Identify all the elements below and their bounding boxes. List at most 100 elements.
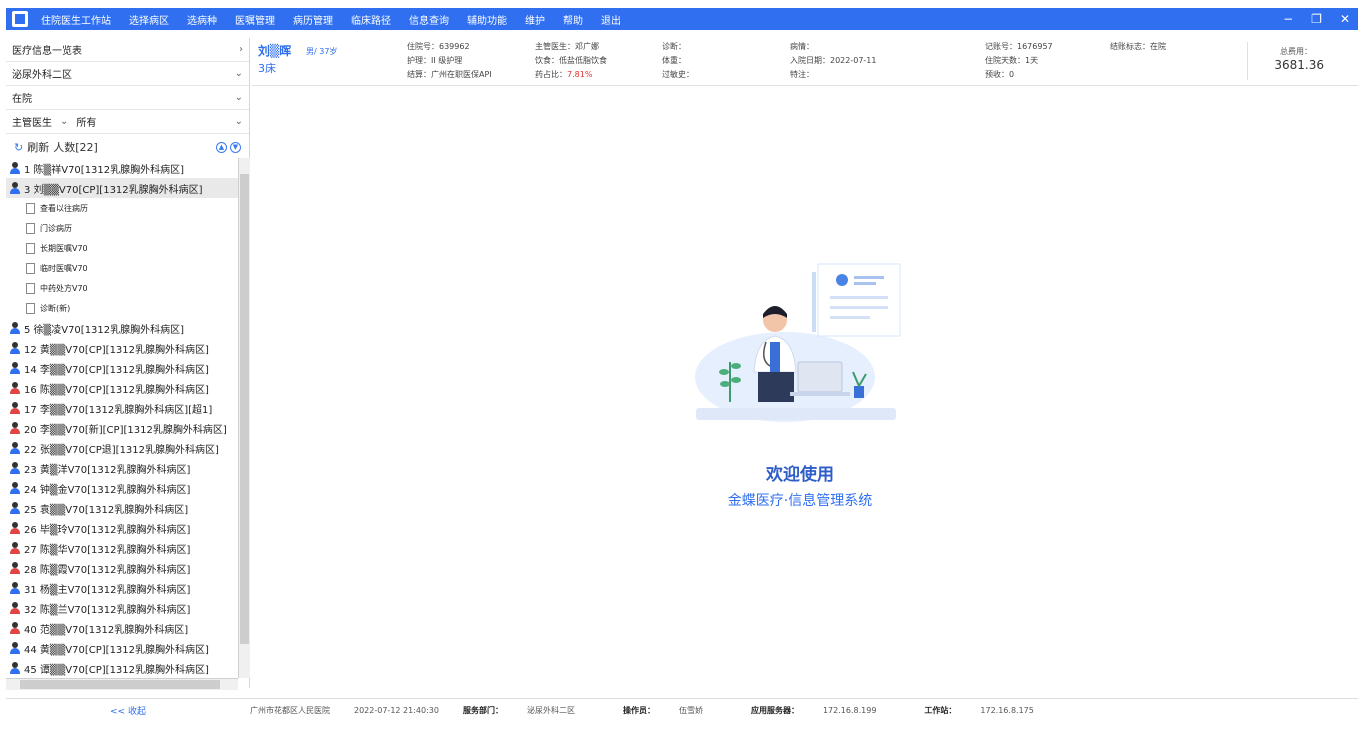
patient-tree-item[interactable]: 44 黄▒▒V70[CP][1312乳腺胸外科病区]: [6, 638, 238, 658]
patient-tree-item[interactable]: 24 钟▒金V70[1312乳腺胸外科病区]: [6, 478, 238, 498]
patient-tree-item[interactable]: 45 谭▒▒V70[CP][1312乳腺胸外科病区]: [6, 658, 238, 678]
patient-tree: 1 陈▒祥V70[1312乳腺胸外科病区] 3 刘▒▒V70[CP][1312乳腺…: [6, 158, 238, 678]
menu-item-orders[interactable]: 医嘱管理: [226, 12, 284, 27]
stay-days: 住院天数：1天: [985, 56, 1039, 65]
menu-item-select-disease[interactable]: 选病种: [178, 12, 226, 27]
patient-tree-item[interactable]: 26 毕▒玲V70[1312乳腺胸外科病区]: [6, 518, 238, 538]
patient-tree-item[interactable]: 23 黄▒洋V70[1312乳腺胸外科病区]: [6, 458, 238, 478]
expand-down-icon[interactable]: ▼: [230, 141, 241, 153]
patient-tree-item[interactable]: 25 袁▒▒V70[1312乳腺胸外科病区]: [6, 498, 238, 518]
title-bar: 住院医生工作站 选择病区 选病种 医嘱管理 病历管理 临床路径 信息查询 辅助功…: [0, 0, 1364, 30]
condition: 病情：: [790, 42, 814, 51]
nav-overview-label: 医疗信息一览表: [12, 46, 82, 57]
doctor-filter-label[interactable]: 主管医生: [12, 114, 52, 129]
tree-item-label: 临时医嘱V70: [40, 263, 88, 273]
document-icon: [26, 262, 35, 274]
patient-tree-item[interactable]: 27 陈▒华V70[1312乳腺胸外科病区]: [6, 538, 238, 558]
tree-item-label: 14 李▒▒V70[CP][1312乳腺胸外科病区]: [24, 364, 209, 376]
vertical-scrollbar[interactable]: [238, 158, 250, 678]
app-server: 应用服务器： 172.16.8.199: [750, 706, 877, 715]
patient-tree-item[interactable]: 20 李▒▒V70[新][CP][1312乳腺胸外科病区]: [6, 418, 238, 438]
tree-item-label: 门诊病历: [40, 223, 72, 233]
male-patient-icon: [10, 662, 20, 674]
patient-tree-item[interactable]: 31 杨▒主V70[1312乳腺胸外科病区]: [6, 578, 238, 598]
tree-item-label: 17 李▒▒V70[1312乳腺胸外科病区][超1]: [24, 404, 213, 416]
chevron-down-icon[interactable]: ⌄: [235, 116, 243, 127]
allergy: 过敏史：: [662, 70, 694, 79]
menu-item-records[interactable]: 病历管理: [284, 12, 342, 27]
ward-select-value: 泌尿外科二区: [12, 70, 72, 81]
tree-item-label: 长期医嘱V70: [40, 243, 88, 253]
tree-child-item[interactable]: 门诊病历: [6, 218, 238, 238]
female-patient-icon: [10, 562, 20, 574]
female-patient-icon: [10, 522, 20, 534]
welcome-title: 欢迎使用: [766, 465, 834, 485]
male-patient-icon: [10, 182, 20, 194]
expand-up-icon[interactable]: ▲: [216, 141, 227, 153]
tree-child-item[interactable]: 查看以往病历: [6, 198, 238, 218]
patient-tree-item[interactable]: 32 陈▒兰V70[1312乳腺胸外科病区]: [6, 598, 238, 618]
total-cost-label: 总费用：: [1280, 47, 1312, 56]
maximize-icon[interactable]: ❐: [1311, 12, 1322, 26]
document-icon: [26, 302, 35, 314]
tree-item-label: 23 黄▒洋V70[1312乳腺胸外科病区]: [24, 464, 191, 476]
ward-select[interactable]: 泌尿外科二区 ⌄: [6, 62, 249, 86]
menu-item-workstation[interactable]: 住院医生工作站: [32, 12, 120, 27]
sidebar: 医疗信息一览表 › 泌尿外科二区 ⌄ 在院 ⌄ 主管医生 ⌄ 所有 ⌄ ↻ 刷新…: [6, 38, 250, 690]
menu-item-help[interactable]: 帮助: [554, 12, 592, 27]
menu-bar: 住院医生工作站 选择病区 选病种 医嘱管理 病历管理 临床路径 信息查询 辅助功…: [6, 8, 1358, 30]
status-select[interactable]: 在院 ⌄: [6, 86, 249, 110]
menu-item-query[interactable]: 信息查询: [400, 12, 458, 27]
patient-tree-item[interactable]: 28 陈▒霞V70[1312乳腺胸外科病区]: [6, 558, 238, 578]
menu-item-exit[interactable]: 退出: [592, 12, 630, 27]
document-icon: [26, 222, 35, 234]
settlement-type: 结算：广州在职医保API: [407, 70, 492, 79]
doctor-filter-row: 主管医生 ⌄ 所有 ⌄: [6, 110, 249, 134]
menu-item-select-ward[interactable]: 选择病区: [120, 12, 178, 27]
attending-doctor: 主管医生：邓广娜: [535, 42, 599, 51]
minimize-icon[interactable]: −: [1283, 12, 1293, 26]
drug-ratio-value: 7.81%: [567, 70, 593, 79]
patient-tree-item[interactable]: 1 陈▒祥V70[1312乳腺胸外科病区]: [6, 158, 238, 178]
chevron-right-icon: ›: [239, 44, 243, 55]
patient-sex-age: 男/ 37岁: [306, 47, 338, 56]
close-icon[interactable]: ✕: [1340, 12, 1350, 26]
chevron-down-icon[interactable]: ⌄: [60, 116, 68, 127]
patient-tree-item[interactable]: 22 张▒▒V70[CP退][1312乳腺胸外科病区]: [6, 438, 238, 458]
patient-tree-item[interactable]: 17 李▒▒V70[1312乳腺胸外科病区][超1]: [6, 398, 238, 418]
tree-child-item[interactable]: 中药处方V70: [6, 278, 238, 298]
diagnosis: 诊断：: [662, 42, 686, 51]
patient-tree-item[interactable]: 40 范▒▒V70[1312乳腺胸外科病区]: [6, 618, 238, 638]
patient-tree-item[interactable]: 3 刘▒▒V70[CP][1312乳腺胸外科病区]: [6, 178, 238, 198]
menu-item-maintenance[interactable]: 维护: [516, 12, 554, 27]
tree-item-label: 27 陈▒华V70[1312乳腺胸外科病区]: [24, 544, 191, 556]
tree-item-label: 26 毕▒玲V70[1312乳腺胸外科病区]: [24, 524, 191, 536]
tree-item-label: 12 黄▒▒V70[CP][1312乳腺胸外科病区]: [24, 344, 209, 356]
horizontal-scrollbar[interactable]: [6, 678, 238, 690]
patient-tree-item[interactable]: 16 陈▒▒V70[CP][1312乳腺胸外科病区]: [6, 378, 238, 398]
tree-item-label: 5 徐▒凌V70[1312乳腺胸外科病区]: [24, 324, 185, 336]
patient-tree-item[interactable]: 5 徐▒凌V70[1312乳腺胸外科病区]: [6, 318, 238, 338]
doctor-filter-value[interactable]: 所有: [76, 114, 96, 129]
patient-count: 人数[22]: [53, 141, 98, 154]
tree-child-item[interactable]: 长期医嘱V70: [6, 238, 238, 258]
app-logo-icon: [12, 11, 28, 27]
female-patient-icon: [10, 542, 20, 554]
tree-child-item[interactable]: 诊断(新): [6, 298, 238, 318]
menu-item-tools[interactable]: 辅助功能: [458, 12, 516, 27]
collapse-button[interactable]: << 收起: [6, 704, 250, 717]
female-patient-icon: [10, 402, 20, 414]
tree-child-item[interactable]: 临时医嘱V70: [6, 258, 238, 278]
patient-tree-item[interactable]: 14 李▒▒V70[CP][1312乳腺胸外科病区]: [6, 358, 238, 378]
patient-bed: 3床: [258, 62, 276, 75]
patient-name: 刘▒晖: [258, 44, 292, 58]
tree-item-label: 44 黄▒▒V70[CP][1312乳腺胸外科病区]: [24, 644, 209, 656]
nav-overview[interactable]: 医疗信息一览表 ›: [6, 38, 249, 62]
refresh-icon[interactable]: ↻: [14, 141, 23, 154]
menu-item-clinical-path[interactable]: 临床路径: [342, 12, 400, 27]
diet: 饮食：低盐低脂饮食: [535, 56, 607, 65]
tree-item-label: 查看以往病历: [40, 203, 88, 213]
status-bar: << 收起 广州市花都区人民医院 2022-07-12 21:40:30 服务部…: [6, 698, 1358, 722]
patient-tree-item[interactable]: 12 黄▒▒V70[CP][1312乳腺胸外科病区]: [6, 338, 238, 358]
refresh-button[interactable]: 刷新: [27, 139, 49, 155]
